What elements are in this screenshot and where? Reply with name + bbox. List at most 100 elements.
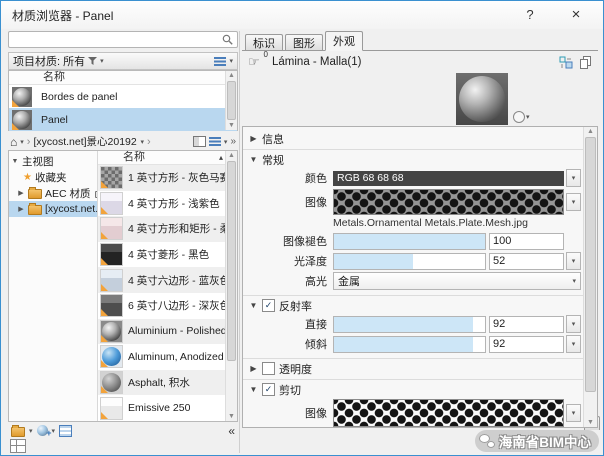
- view-options-dropdown-icon[interactable]: ▾: [229, 57, 233, 65]
- duplicate-asset-icon[interactable]: [579, 56, 592, 69]
- expand-arrow-icon[interactable]: ▶: [249, 134, 258, 143]
- direct-value[interactable]: 92: [489, 316, 564, 333]
- image-dropdown-button[interactable]: ▾: [566, 193, 581, 211]
- view-options-icon[interactable]: [214, 57, 226, 66]
- scroll-up-icon[interactable]: ▲: [226, 151, 237, 160]
- expand-arrow-icon[interactable]: ▶: [249, 364, 258, 373]
- material-editor-icon[interactable]: [59, 425, 72, 437]
- library-material-row[interactable]: 4 英寸菱形 - 黑色: [98, 242, 226, 268]
- collapse-arrow-icon[interactable]: ▼: [249, 155, 258, 164]
- reflectivity-checkbox[interactable]: ✓: [262, 299, 275, 312]
- color-swatch[interactable]: RGB 68 68 68: [333, 171, 564, 186]
- library-view-options-icon[interactable]: [209, 137, 221, 146]
- project-materials-header[interactable]: 项目材质: 所有 ▾ ▾: [8, 52, 238, 70]
- oblique-slider[interactable]: [333, 336, 486, 353]
- section-header-information[interactable]: ▶ 信息: [243, 131, 584, 146]
- help-button[interactable]: ?: [519, 5, 541, 23]
- scroll-up-icon[interactable]: ▲: [584, 127, 597, 136]
- scroll-up-icon[interactable]: ▲: [226, 71, 237, 80]
- filter-dropdown-icon[interactable]: ▾: [100, 57, 104, 65]
- project-list-header[interactable]: 名称: [9, 71, 237, 85]
- highlights-select[interactable]: 金属 ▾: [333, 272, 581, 290]
- preview-shape-selector[interactable]: ▾: [513, 111, 530, 123]
- create-library-icon[interactable]: [11, 427, 25, 437]
- folder-icon: [28, 205, 42, 215]
- scroll-down-icon[interactable]: ▼: [584, 418, 597, 427]
- oblique-dropdown-button[interactable]: ▾: [566, 335, 581, 353]
- project-material-row[interactable]: Bordes de panel: [9, 85, 237, 108]
- tree-item-home-view[interactable]: ▼ 主视图: [9, 153, 97, 169]
- tree-item-favorites[interactable]: ★ 收藏夹: [9, 169, 97, 185]
- properties-scrollbar[interactable]: ▲ ▼: [583, 127, 597, 427]
- glossiness-value[interactable]: 52: [489, 253, 564, 270]
- titlebar[interactable]: 材质浏览器 - Panel ? ×: [1, 1, 603, 29]
- section-header-reflectivity[interactable]: ▼ ✓ 反射率: [243, 298, 584, 313]
- transparency-checkbox[interactable]: [262, 362, 275, 375]
- scroll-down-icon[interactable]: ▼: [226, 412, 237, 421]
- more-tools-icon[interactable]: »: [230, 136, 236, 147]
- section-header-generic[interactable]: ▼ 常规: [243, 152, 584, 167]
- replace-asset-icon[interactable]: [559, 56, 573, 69]
- library-material-row[interactable]: Asphalt, 积水: [98, 370, 226, 396]
- asset-browser-toggle[interactable]: [8, 438, 238, 454]
- library-material-row[interactable]: Emissive 250: [98, 395, 226, 421]
- library-material-row[interactable]: 4 英寸方形和矩形 - 柔和粉红色: [98, 216, 226, 242]
- scroll-thumb[interactable]: [585, 137, 596, 392]
- scroll-thumb[interactable]: [227, 81, 236, 120]
- library-material-row[interactable]: 6 英寸八边形 - 深灰色: [98, 293, 226, 319]
- expand-arrow-icon[interactable]: ▶: [17, 205, 25, 213]
- expand-arrow-icon[interactable]: ▶: [17, 189, 25, 197]
- library-material-row[interactable]: Aluminum, Anodized Silver: [98, 344, 226, 370]
- direct-dropdown-button[interactable]: ▾: [566, 315, 581, 333]
- home-icon[interactable]: ⌂: [10, 135, 17, 149]
- collapse-arrow-icon[interactable]: ▼: [249, 385, 258, 394]
- project-material-row-selected[interactable]: Panel: [9, 108, 237, 131]
- cutout-image-dropdown-button[interactable]: ▾: [566, 404, 581, 422]
- section-header-transparency[interactable]: ▶ 透明度: [243, 361, 584, 376]
- direct-slider[interactable]: [333, 316, 486, 333]
- library-material-row[interactable]: 4 英寸六边形 - 蓝灰色: [98, 267, 226, 293]
- breadcrumb[interactable]: [xycost.net]景心2019212 - ...: [33, 134, 137, 149]
- scroll-thumb[interactable]: [227, 161, 236, 361]
- create-library-dropdown-icon[interactable]: ▾: [29, 427, 33, 435]
- project-list-scrollbar[interactable]: ▲ ▼: [225, 71, 237, 130]
- scroll-down-icon[interactable]: ▼: [226, 121, 237, 130]
- create-material-icon[interactable]: +: [37, 425, 48, 436]
- cutout-texture-preview[interactable]: [333, 399, 564, 427]
- material-preview-sphere[interactable]: [456, 73, 508, 125]
- library-list-scrollbar[interactable]: ▲ ▼: [225, 151, 237, 421]
- library-material-row[interactable]: 4 英寸方形 - 浅紫色: [98, 191, 226, 217]
- library-list-header[interactable]: 名称 ▴: [98, 151, 226, 165]
- tree-item-xycost-library[interactable]: ▶ [xycost.net...: [9, 201, 97, 217]
- search-input[interactable]: [9, 32, 222, 47]
- mesh-texture-preview[interactable]: [333, 189, 564, 215]
- name-column-header[interactable]: 名称: [98, 151, 219, 164]
- tree-item-aec-materials[interactable]: ▶ AEC 材质: [9, 185, 97, 201]
- glossiness-slider[interactable]: [333, 253, 486, 270]
- tab-identity[interactable]: 标识: [245, 34, 283, 50]
- search-bar[interactable]: [8, 31, 238, 48]
- section-header-cutouts[interactable]: ▼ ✓ 剪切: [243, 382, 584, 397]
- image-fade-slider[interactable]: [333, 233, 486, 250]
- name-column-header[interactable]: 名称: [9, 71, 237, 84]
- library-material-row[interactable]: Aluminium - Polished: [98, 319, 226, 345]
- breadcrumb-dropdown-icon[interactable]: ▾: [140, 138, 144, 146]
- close-button[interactable]: ×: [565, 5, 587, 23]
- collapse-library-button[interactable]: «: [228, 424, 235, 438]
- collapse-arrow-icon[interactable]: ▼: [11, 158, 19, 165]
- image-fade-value[interactable]: 100: [489, 233, 564, 250]
- collapse-arrow-icon[interactable]: ▼: [249, 301, 258, 310]
- toggle-tree-pane-icon[interactable]: [193, 136, 206, 147]
- tab-appearance[interactable]: 外观: [325, 31, 363, 51]
- glossiness-dropdown-button[interactable]: ▾: [566, 252, 581, 270]
- color-dropdown-button[interactable]: ▾: [566, 169, 581, 187]
- section-generic: ▼ 常规 颜色 RGB 68 68 68 ▾ 图像 ▾ Metals.Ornam…: [243, 149, 584, 295]
- cutouts-checkbox[interactable]: ✓: [262, 383, 275, 396]
- home-dropdown-icon[interactable]: ▾: [20, 138, 24, 146]
- library-material-row[interactable]: 1 英寸方形 - 灰色马赛克: [98, 165, 226, 191]
- tab-graphics[interactable]: 图形: [285, 34, 323, 50]
- oblique-value[interactable]: 92: [489, 336, 564, 353]
- library-view-dropdown-icon[interactable]: ▾: [224, 138, 228, 146]
- create-material-dropdown-icon[interactable]: ▾: [52, 427, 56, 435]
- section-label: 剪切: [279, 382, 301, 398]
